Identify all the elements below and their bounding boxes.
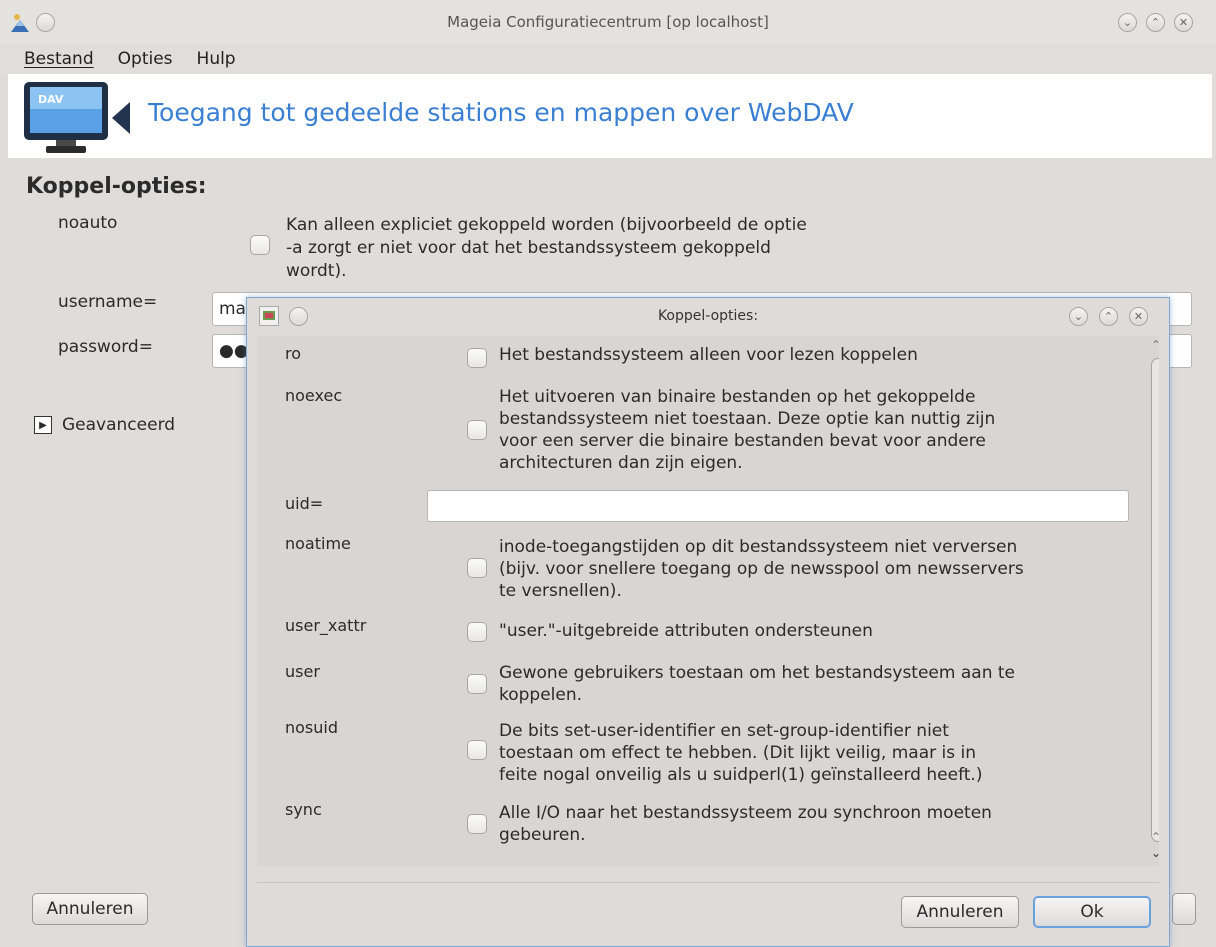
cancel-button[interactable]: Annuleren — [32, 893, 148, 925]
dialog-close-icon[interactable]: ✕ — [1129, 307, 1148, 326]
option-label-ro: ro — [285, 344, 302, 363]
desc-line: toestaan om effect te hebben. (Dit lijkt… — [499, 743, 977, 763]
option-desc-noatime: inode-toegangstijden op dit bestandssyst… — [499, 536, 1024, 602]
desc-line: De bits set-user-identifier en set-group… — [499, 721, 949, 741]
app-icon — [8, 12, 32, 34]
menu-help[interactable]: Hulp — [197, 49, 236, 69]
window-titlebar: Mageia Configuratiecentrum [op localhost… — [0, 0, 1216, 44]
scrollbar-thumb[interactable] — [1151, 358, 1159, 842]
scroll-down-icon[interactable]: ⌄ — [1151, 846, 1159, 860]
options-scroll-area[interactable]: ro Het bestandssysteem alleen voor lezen… — [257, 336, 1159, 866]
uid-field[interactable] — [427, 490, 1129, 522]
desc-line: Gewone gebruikers toestaan om het bestan… — [499, 663, 1015, 683]
section-title: Koppel-opties: — [26, 174, 207, 199]
password-value: ●● — [219, 341, 249, 361]
scroll-up-icon[interactable]: ⌃ — [1151, 338, 1159, 352]
noauto-desc-line: Kan alleen expliciet gekoppeld worden (b… — [286, 215, 807, 235]
password-label: password= — [58, 337, 153, 357]
desc-line: architecturen dan zijn eigen. — [499, 453, 743, 473]
dialog-separator — [257, 882, 1159, 883]
dav-icon-label: DAV — [38, 93, 64, 106]
checkbox-noatime[interactable] — [467, 558, 487, 578]
desc-line: Alle I/O naar het bestandssysteem zou sy… — [499, 803, 992, 823]
checkbox-user-xattr[interactable] — [467, 622, 487, 642]
desc-line: feite nogal onveilig als u suidperl(1) g… — [499, 765, 983, 785]
dialog-app-icon — [259, 306, 279, 326]
desc-line: voor een server die binaire bestanden be… — [499, 431, 986, 451]
option-desc-user-xattr: "user."-uitgebreide attributen ondersteu… — [499, 620, 873, 642]
checkbox-nosuid[interactable] — [467, 740, 487, 760]
desc-line: inode-toegangstijden op dit bestandssyst… — [499, 537, 1018, 557]
option-desc-sync: Alle I/O naar het bestandssysteem zou sy… — [499, 802, 992, 846]
desc-line: (bijv. voor snellere toegang op de newss… — [499, 559, 1024, 579]
desc-line: bestandssysteem niet toestaan. Deze opti… — [499, 409, 996, 429]
dialog-minimize-icon[interactable]: ⌄ — [1069, 307, 1088, 326]
option-desc-noexec: Het uitvoeren van binaire bestanden op h… — [499, 386, 995, 474]
noauto-description: Kan alleen expliciet gekoppeld worden (b… — [286, 214, 807, 283]
menubar: Bestand Opties Hulp — [0, 44, 1216, 74]
page-title: Toegang tot gedeelde stations en mappen … — [148, 98, 854, 127]
desc-line: Het bestandssysteem alleen voor lezen ko… — [499, 345, 918, 365]
checkbox-user[interactable] — [467, 674, 487, 694]
advanced-expander[interactable]: Geavanceerd — [62, 415, 175, 435]
desc-line: koppelen. — [499, 685, 583, 705]
dialog-cancel-button[interactable]: Annuleren — [901, 896, 1019, 928]
option-desc-nosuid: De bits set-user-identifier en set-group… — [499, 720, 982, 786]
dialog-maximize-icon[interactable]: ⌃ — [1099, 307, 1118, 326]
main-ok-button-partial[interactable] — [1172, 893, 1196, 925]
scroll-up-small-icon[interactable]: ⌃ — [1151, 830, 1159, 844]
checkbox-ro[interactable] — [467, 348, 487, 368]
noauto-desc-line: wordt). — [286, 261, 347, 281]
minimize-icon[interactable]: ⌄ — [1118, 13, 1137, 32]
dialog-menu-button[interactable] — [289, 307, 308, 326]
option-desc-user: Gewone gebruikers toestaan om het bestan… — [499, 662, 1015, 706]
checkbox-noexec[interactable] — [467, 420, 487, 440]
option-label-noexec: noexec — [285, 386, 343, 405]
window-menu-button[interactable] — [36, 13, 55, 32]
dav-monitor-icon — [22, 80, 130, 156]
expand-triangle-icon[interactable]: ▶ — [34, 416, 52, 434]
dialog-titlebar: Koppel-opties: — [247, 298, 1169, 334]
desc-line: gebeuren. — [499, 825, 586, 845]
maximize-icon[interactable]: ⌃ — [1146, 13, 1165, 32]
desc-line: "user."-uitgebreide attributen ondersteu… — [499, 621, 873, 641]
mount-options-dialog: Koppel-opties: ⌄ ⌃ ✕ ro Het bestandssyst… — [246, 297, 1170, 947]
noauto-desc-line: -a zorgt er niet voor dat het bestandssy… — [286, 238, 771, 258]
username-label: username= — [58, 292, 158, 312]
username-value: ma — [219, 299, 246, 319]
option-label-user: user — [285, 662, 320, 681]
desc-line: te versnellen). — [499, 581, 622, 601]
menu-file[interactable]: Bestand — [24, 49, 94, 69]
option-label-noatime: noatime — [285, 534, 351, 553]
option-label-user-xattr: user_xattr — [285, 616, 367, 635]
dialog-title: Koppel-opties: — [657, 308, 759, 324]
menu-options[interactable]: Opties — [118, 49, 173, 69]
noauto-checkbox[interactable] — [250, 235, 270, 255]
option-label-nosuid: nosuid — [285, 718, 339, 737]
checkbox-sync[interactable] — [467, 814, 487, 834]
window-title: Mageia Configuratiecentrum [op localhost… — [447, 13, 769, 31]
dialog-ok-button[interactable]: Ok — [1033, 896, 1151, 928]
noauto-label: noauto — [58, 213, 118, 233]
option-label-sync: sync — [285, 800, 322, 819]
option-desc-ro: Het bestandssysteem alleen voor lezen ko… — [499, 344, 918, 366]
close-icon[interactable]: ✕ — [1174, 13, 1193, 32]
option-label-uid: uid= — [285, 494, 324, 513]
desc-line: Het uitvoeren van binaire bestanden op h… — [499, 387, 976, 407]
